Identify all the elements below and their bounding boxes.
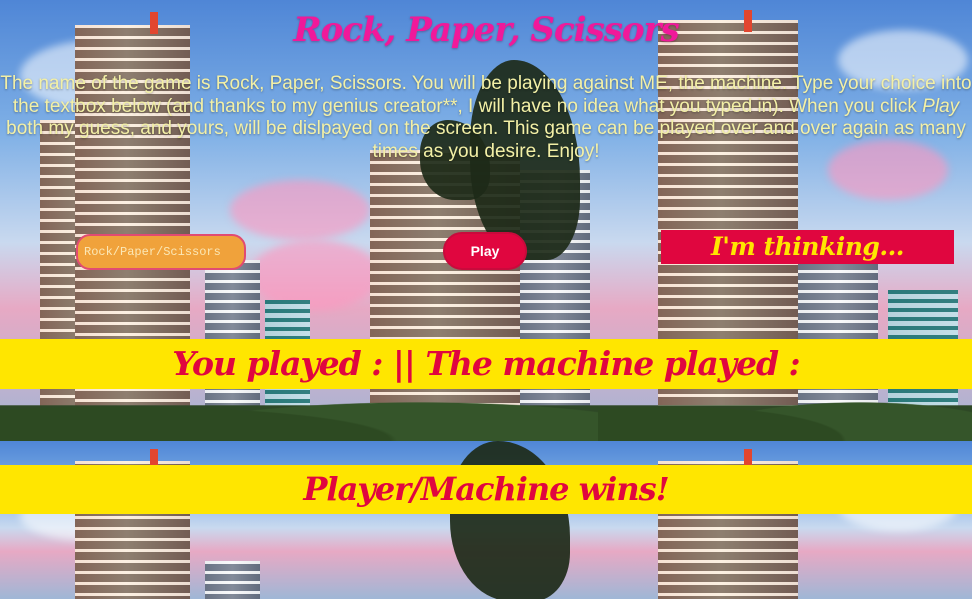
instructions-text-part2: both my guess, and yours, will be dislpa…: [6, 118, 966, 162]
instructions-play-emphasis: Play: [922, 95, 960, 117]
choice-input[interactable]: [76, 234, 246, 270]
page-title: Rock, Paper, Scissors: [293, 10, 679, 50]
game-instructions: The name of the game is Rock, Paper, Sci…: [0, 73, 972, 163]
winner-banner: Player/Machine wins!: [0, 465, 972, 514]
machine-status-banner: I'm thinking...: [661, 230, 954, 264]
instructions-text-part1: The name of the game is Rock, Paper, Sci…: [0, 73, 972, 117]
played-choices-banner: You played : || The machine played :: [0, 339, 972, 389]
play-button[interactable]: Play: [443, 232, 527, 270]
